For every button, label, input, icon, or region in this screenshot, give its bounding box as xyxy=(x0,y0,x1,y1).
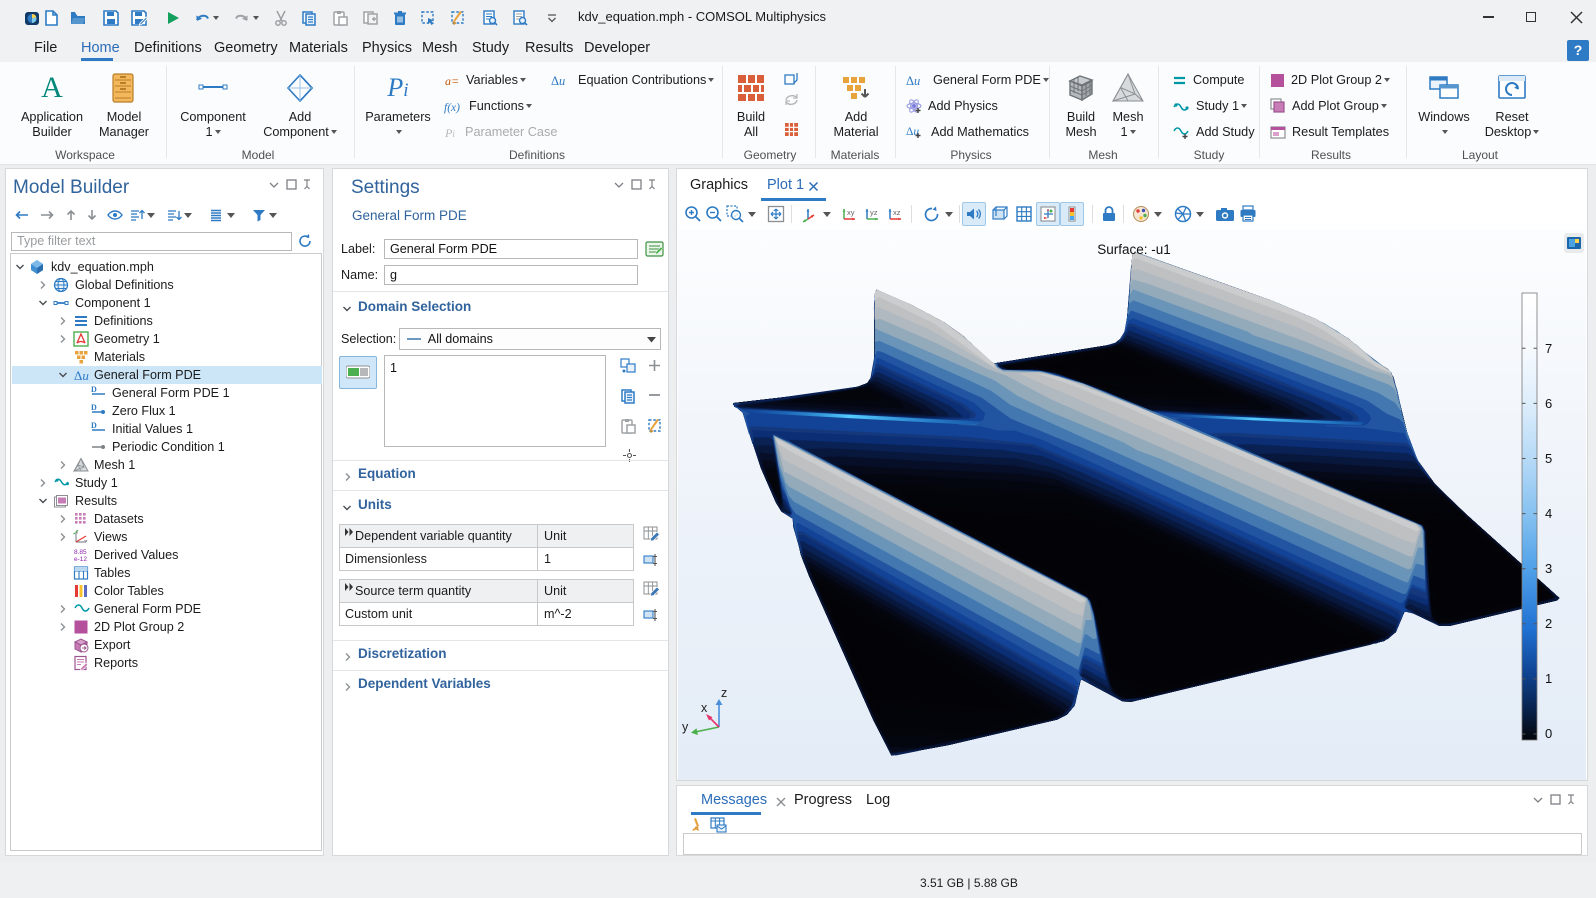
svg-text:f(x): f(x) xyxy=(444,102,460,114)
svg-text:Δu: Δu xyxy=(74,368,89,383)
svg-text:5: 5 xyxy=(1545,451,1552,466)
svg-text:0: 0 xyxy=(1545,726,1552,741)
svg-text:D: D xyxy=(91,403,97,412)
svg-text:e-12: e-12 xyxy=(74,556,87,563)
svg-text:z: z xyxy=(721,686,727,700)
svg-text:D: D xyxy=(91,385,97,394)
svg-text:a=: a= xyxy=(445,74,459,88)
svg-text:xz: xz xyxy=(893,208,901,217)
svg-text:8.85: 8.85 xyxy=(74,549,87,556)
svg-text:A: A xyxy=(41,71,63,104)
svg-text:1: 1 xyxy=(1545,671,1552,686)
svg-text:x: x xyxy=(701,701,708,715)
svg-text:Δu: Δu xyxy=(906,74,920,88)
svg-text:y: y xyxy=(682,720,689,734)
svg-text:2: 2 xyxy=(1545,616,1552,631)
svg-text:D: D xyxy=(91,421,97,430)
svg-text:Pi: Pi xyxy=(444,126,455,140)
svg-text:6: 6 xyxy=(1545,396,1552,411)
svg-text:3: 3 xyxy=(1545,561,1552,576)
svg-text:4: 4 xyxy=(1545,506,1552,521)
svg-text:7: 7 xyxy=(1545,341,1552,356)
svg-text:yz: yz xyxy=(870,208,878,217)
svg-text:Pi: Pi xyxy=(386,73,408,102)
svg-text:Δu: Δu xyxy=(551,74,565,88)
svg-text:xy: xy xyxy=(847,208,855,217)
svg-text:Surface: -u1: Surface: -u1 xyxy=(1097,242,1171,257)
